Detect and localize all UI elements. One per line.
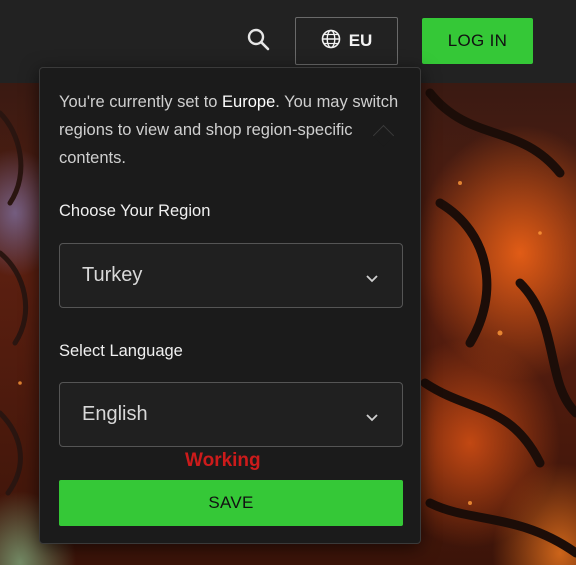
language-select[interactable]: English bbox=[59, 382, 403, 447]
status-text: Working bbox=[185, 450, 261, 471]
language-select-value: English bbox=[82, 403, 148, 425]
search-button[interactable] bbox=[242, 25, 274, 57]
region-intro-text: You're currently set to Europe. You may … bbox=[59, 93, 399, 167]
region-selector-button[interactable]: EU bbox=[295, 17, 398, 65]
save-button[interactable]: SAVE bbox=[59, 480, 403, 526]
region-field-label: Choose Your Region bbox=[59, 202, 211, 220]
region-select[interactable]: Turkey bbox=[59, 243, 403, 308]
search-icon bbox=[246, 27, 270, 56]
current-region: Europe bbox=[222, 93, 276, 111]
region-select-value: Turkey bbox=[82, 264, 143, 286]
chevron-down-icon bbox=[366, 409, 378, 427]
region-popover: You're currently set to Europe. You may … bbox=[39, 67, 421, 544]
chevron-down-icon bbox=[366, 270, 378, 288]
region-code: EU bbox=[348, 31, 373, 50]
globe-icon bbox=[321, 29, 341, 54]
login-button[interactable]: LOG IN bbox=[422, 18, 533, 64]
language-field-label: Select Language bbox=[59, 342, 183, 360]
